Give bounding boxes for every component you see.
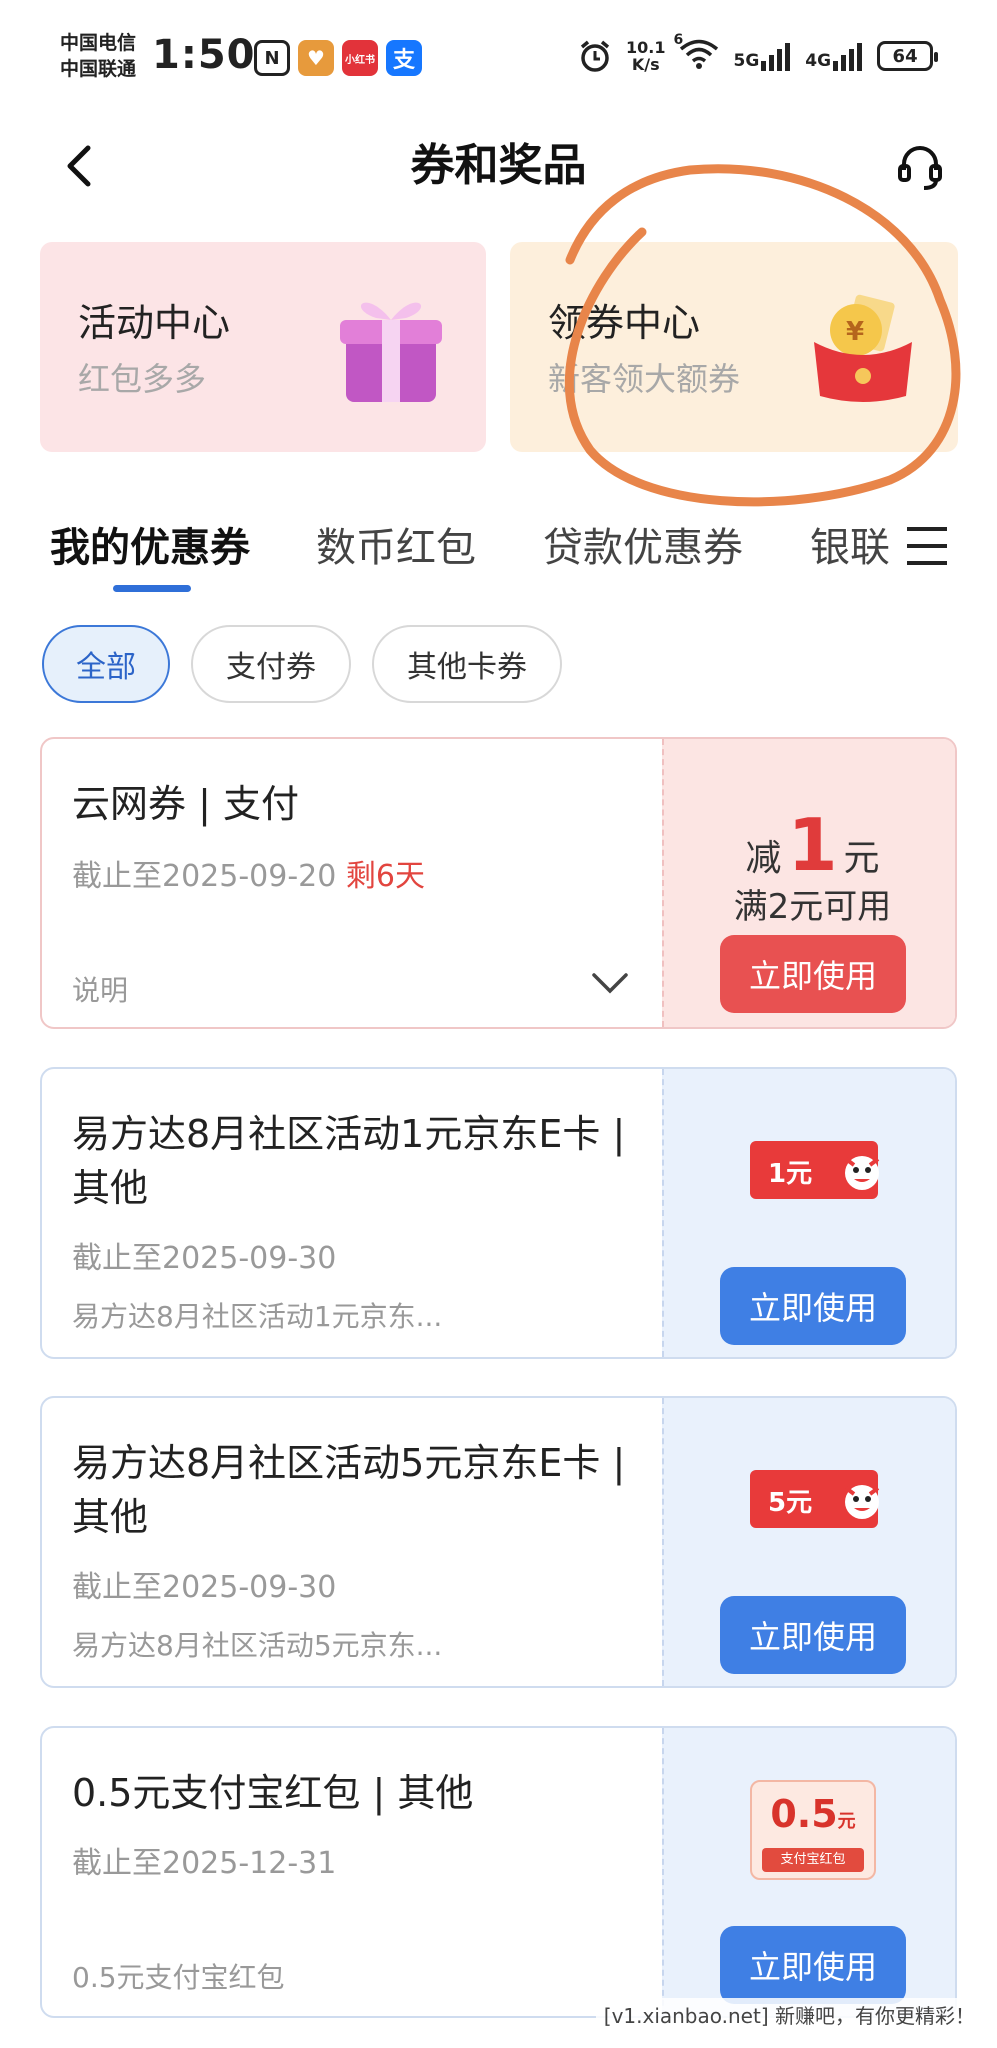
- coupon-title: 易方达8月社区活动1元京东E卡 | 其他: [72, 1112, 626, 1210]
- use-now-button[interactable]: 立即使用: [720, 1596, 906, 1674]
- system-status: 10.1 K/s 6 5G 4G 64: [578, 32, 939, 74]
- watermark: [v1.xianbao.net] 新赚吧，有你更精彩！: [595, 1998, 983, 2034]
- menu-icon: [907, 527, 947, 565]
- coupon-description: 易方达8月社区活动1元京东...: [72, 1300, 443, 1333]
- tabs-menu-button[interactable]: [905, 523, 949, 569]
- carrier-1: 中国电信: [60, 32, 137, 54]
- battery-indicator: 64: [877, 41, 939, 71]
- coupon-amount: 减1 元: [745, 803, 880, 887]
- notification-icons: N ♥ 小红书 支: [254, 40, 422, 76]
- tab-loan-coupons[interactable]: 贷款优惠券: [543, 515, 743, 573]
- coupon-info: 易方达8月社区活动5元京东E卡 | 其他 截止至2025-09-30 易方达8月…: [42, 1398, 662, 1686]
- page-title: 券和奖品: [410, 140, 587, 191]
- activity-center-subtitle: 红包多多: [78, 360, 207, 398]
- coupon-title: 0.5元支付宝红包 | 其他: [72, 1771, 474, 1815]
- coupon-description: 易方达8月社区活动5元京东...: [72, 1629, 443, 1662]
- filter-payment-coupons[interactable]: 支付券: [191, 625, 351, 703]
- coupon-deadline: 截止至2025-09-30: [72, 1241, 337, 1276]
- headset-icon: [898, 146, 942, 190]
- jd-mascot-icon: [844, 1485, 880, 1519]
- nfc-icon: N: [254, 40, 290, 76]
- coupon-remaining-days: 剩6天: [345, 859, 425, 894]
- coupon-description-toggle[interactable]: 说明: [72, 969, 128, 1009]
- coupon-description: 0.5元支付宝红包: [72, 1961, 285, 1994]
- clock: 1:50: [152, 32, 256, 78]
- coupon-value-panel: 0.5元 支付宝红包 立即使用: [662, 1728, 955, 2016]
- coupon-value-panel: 减1 元 满2元可用 立即使用: [662, 739, 955, 1027]
- wifi-icon: 6: [673, 32, 719, 74]
- tab-digital-red-packet[interactable]: 数币红包: [316, 515, 476, 573]
- customer-service-button[interactable]: [890, 136, 950, 196]
- coupon-value-panel: 5元 立即使用: [662, 1398, 955, 1686]
- coupon-deadline: 截止至2025-12-31: [72, 1846, 337, 1881]
- tab-my-coupons[interactable]: 我的优惠券: [50, 515, 250, 573]
- coupon-tabs: 我的优惠券 数币红包 贷款优惠券 银联: [0, 505, 997, 595]
- carrier-labels: 中国电信 中国联通: [60, 30, 136, 82]
- coupon-info: 0.5元支付宝红包 | 其他 截止至2025-12-31 0.5元支付宝红包: [42, 1728, 662, 2016]
- status-bar: 中国电信 中国联通 1:50 N ♥ 小红书 支 10.1 K/s 6 5G 4…: [0, 0, 997, 118]
- jd-ecard-image: 5元: [750, 1470, 880, 1528]
- xiaohongshu-icon: 小红书: [342, 40, 378, 76]
- filter-all[interactable]: 全部: [42, 625, 170, 703]
- chevron-down-icon[interactable]: [590, 967, 630, 997]
- coupon-center-card[interactable]: 领券中心 新客领大额券 ¥: [510, 242, 958, 452]
- coupon-title: 云网券 | 支付: [72, 782, 299, 826]
- coupon-value-panel: 1元 立即使用: [662, 1069, 955, 1357]
- filter-other-cards[interactable]: 其他卡券: [372, 625, 562, 703]
- coupon-card[interactable]: 0.5元支付宝红包 | 其他 截止至2025-12-31 0.5元支付宝红包 0…: [40, 1726, 957, 2018]
- coupon-info: 云网券 | 支付 截止至2025-09-20 剩6天 说明: [42, 739, 662, 1027]
- activity-center-card[interactable]: 活动中心 红包多多: [40, 242, 486, 452]
- alipay-red-packet-image: 0.5元 支付宝红包: [750, 1780, 876, 1880]
- coupon-info: 易方达8月社区活动1元京东E卡 | 其他 截止至2025-09-30 易方达8月…: [42, 1069, 662, 1357]
- use-now-button[interactable]: 立即使用: [720, 935, 906, 1013]
- gift-box-icon: [340, 302, 442, 402]
- signal-5g-icon: 5G: [733, 41, 791, 71]
- coupon-card[interactable]: 云网券 | 支付 截止至2025-09-20 剩6天 说明 减1 元 满2元可用 …: [40, 737, 957, 1029]
- tab-unionpay[interactable]: 银联: [810, 515, 890, 573]
- page-header: 券和奖品: [0, 118, 997, 218]
- alipay-icon: 支: [386, 40, 422, 76]
- coupon-card[interactable]: 易方达8月社区活动1元京东E卡 | 其他 截止至2025-09-30 易方达8月…: [40, 1067, 957, 1359]
- coupon-center-subtitle: 新客领大额券: [548, 360, 741, 398]
- health-app-icon: ♥: [298, 40, 334, 76]
- red-envelope-icon: ¥: [814, 294, 912, 402]
- signal-4g-icon: 4G: [805, 41, 863, 71]
- alarm-icon: [580, 40, 610, 72]
- carrier-2: 中国联通: [60, 58, 137, 80]
- jd-ecard-image: 1元: [750, 1141, 880, 1199]
- coupon-title: 易方达8月社区活动5元京东E卡 | 其他: [72, 1441, 626, 1539]
- coupon-center-title: 领券中心: [548, 301, 701, 345]
- activity-center-title: 活动中心: [78, 301, 231, 345]
- svg-text:¥: ¥: [846, 317, 864, 347]
- use-now-button[interactable]: 立即使用: [720, 1926, 906, 2004]
- coupon-condition: 满2元可用: [733, 887, 892, 927]
- active-tab-indicator: [113, 585, 191, 592]
- coupon-deadline: 截止至2025-09-30: [72, 1570, 337, 1605]
- network-speed: 10.1 K/s: [626, 38, 666, 74]
- use-now-button[interactable]: 立即使用: [720, 1267, 906, 1345]
- coupon-deadline: 截止至2025-09-20 剩6天: [72, 859, 425, 894]
- coupon-card[interactable]: 易方达8月社区活动5元京东E卡 | 其他 截止至2025-09-30 易方达8月…: [40, 1396, 957, 1688]
- jd-mascot-icon: [844, 1156, 880, 1190]
